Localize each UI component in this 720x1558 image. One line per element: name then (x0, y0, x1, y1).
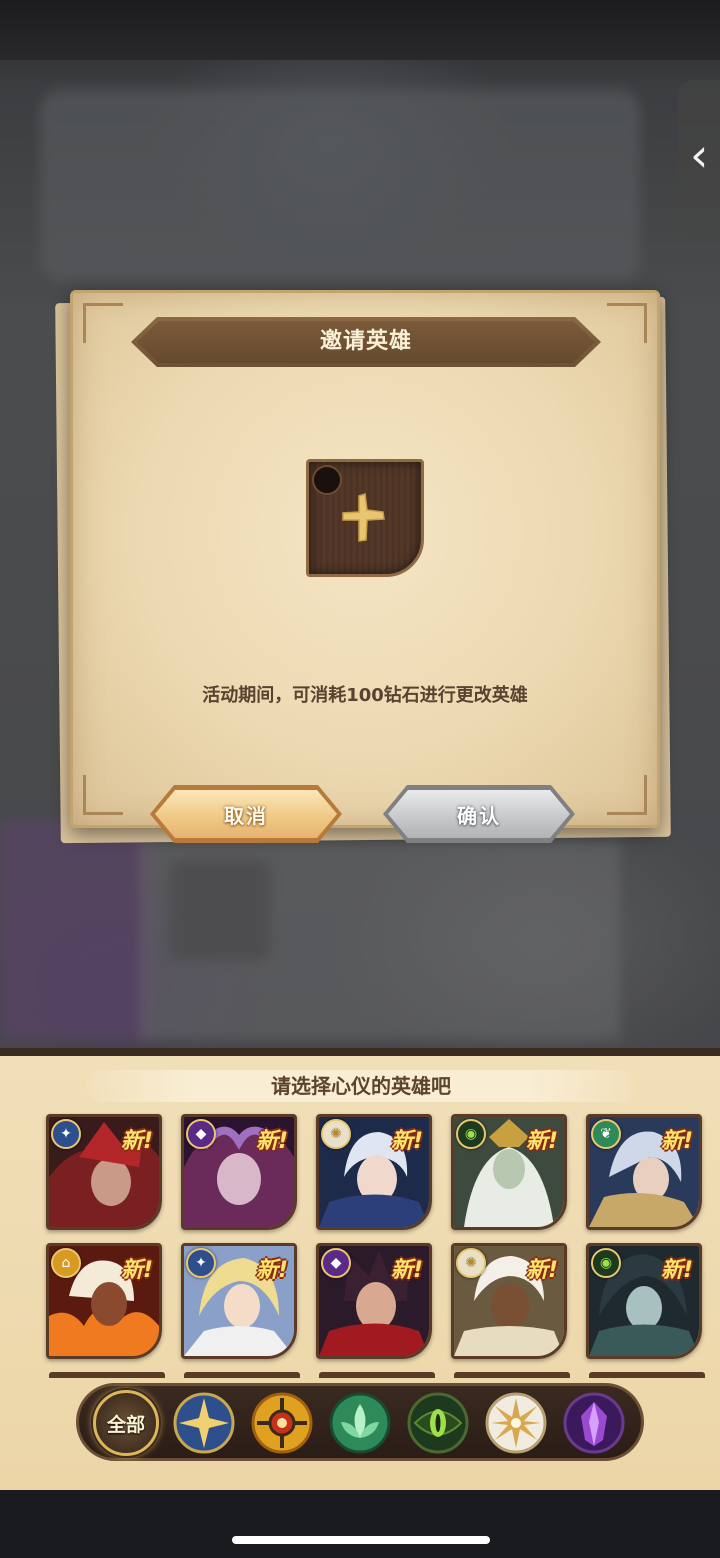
status-bar (0, 0, 720, 60)
celestial-badge-icon: ✺ (321, 1119, 351, 1149)
cancel-button[interactable]: 取消 (150, 785, 342, 843)
filter-all-label: 全部 (106, 1413, 145, 1436)
home-indicator[interactable] (232, 1536, 490, 1544)
plus-icon (342, 492, 385, 542)
sun-star-icon (485, 1392, 547, 1454)
side-collapse-tab[interactable]: ‹ (678, 80, 720, 240)
new-tag: 新! (120, 1258, 153, 1283)
eye-icon (407, 1392, 469, 1454)
wilder-badge-icon: ❦ (591, 1119, 621, 1149)
chevron-left-icon: ‹ (690, 128, 709, 182)
star-compass-icon (173, 1392, 235, 1454)
leaf-icon (329, 1392, 391, 1454)
mauler-badge-icon: ⌂ (51, 1248, 81, 1278)
dialog-message: 活动期间，可消耗100钻石进行更改英雄 (202, 685, 528, 706)
cancel-button-label: 取消 (224, 803, 268, 828)
graveborn-badge-icon: ◆ (321, 1248, 351, 1278)
flame-shield-icon (251, 1392, 313, 1454)
confirm-button[interactable]: 确认 (383, 785, 575, 843)
new-tag: 新! (660, 1129, 693, 1154)
filter-hypogean-button[interactable] (561, 1390, 627, 1456)
hero-card[interactable]: ❦ 新! (586, 1114, 702, 1230)
filter-graveborn-button[interactable] (405, 1390, 471, 1456)
new-tag: 新! (660, 1258, 693, 1283)
crystal-icon (563, 1392, 625, 1454)
hero-card-partial (589, 1372, 705, 1378)
hero-card[interactable]: ✦ 新! (181, 1243, 297, 1359)
wilder-badge-icon: ◉ (456, 1119, 486, 1149)
lightbearer-badge-icon: ✦ (186, 1248, 216, 1278)
filter-wilder-button[interactable] (327, 1390, 393, 1456)
new-tag: 新! (255, 1258, 288, 1283)
wilder-badge-icon: ◉ (591, 1248, 621, 1278)
hero-card-partial (319, 1372, 435, 1378)
panel-title: 请选择心仪的英雄吧 (271, 1074, 451, 1098)
new-tag: 新! (255, 1129, 288, 1154)
hero-card[interactable]: ⌂ 新! (46, 1243, 162, 1359)
hero-card[interactable]: ✺ 新! (316, 1114, 432, 1230)
filter-lightbearer-button[interactable] (171, 1390, 237, 1456)
hero-slot[interactable] (306, 459, 424, 577)
panel-title-bar: 请选择心仪的英雄吧 (86, 1070, 636, 1102)
bottom-safe-area (0, 1490, 720, 1558)
new-tag: 新! (390, 1129, 423, 1154)
faction-filter-bar: 全部 (76, 1383, 644, 1461)
hero-card[interactable]: ◆ 新! (316, 1243, 432, 1359)
dialog-title-banner: 邀请英雄 (131, 317, 601, 367)
new-tag: 新! (525, 1258, 558, 1283)
hero-card[interactable]: ◉ 新! (451, 1114, 567, 1230)
new-tag: 新! (390, 1258, 423, 1283)
celestial-badge-icon: ✺ (456, 1248, 486, 1278)
corner-ornament (607, 303, 647, 343)
dialog-title: 邀请英雄 (319, 329, 412, 354)
hero-card-partial (184, 1372, 300, 1378)
hero-card-partial (454, 1372, 570, 1378)
filter-celestial-button[interactable] (483, 1390, 549, 1456)
new-tag: 新! (525, 1129, 558, 1154)
graveborn-badge-icon: ◆ (186, 1119, 216, 1149)
hero-card[interactable]: ✦ 新! (46, 1114, 162, 1230)
corner-ornament (83, 775, 123, 815)
new-tag: 新! (120, 1129, 153, 1154)
filter-mauler-button[interactable] (249, 1390, 315, 1456)
invite-hero-dialog: 邀请英雄 活动期间，可消耗100钻石进行更改英雄 取消 确认 (70, 290, 660, 828)
corner-ornament (83, 303, 123, 343)
hero-card[interactable]: ◆ 新! (181, 1114, 297, 1230)
hero-card[interactable]: ◉ 新! (586, 1243, 702, 1359)
hero-card[interactable]: ✺ 新! (451, 1243, 567, 1359)
filter-all-button[interactable]: 全部 (93, 1390, 159, 1456)
lightbearer-badge-icon: ✦ (51, 1119, 81, 1149)
confirm-button-label: 确认 (457, 803, 501, 828)
corner-ornament (607, 775, 647, 815)
hero-card-partial (49, 1372, 165, 1378)
